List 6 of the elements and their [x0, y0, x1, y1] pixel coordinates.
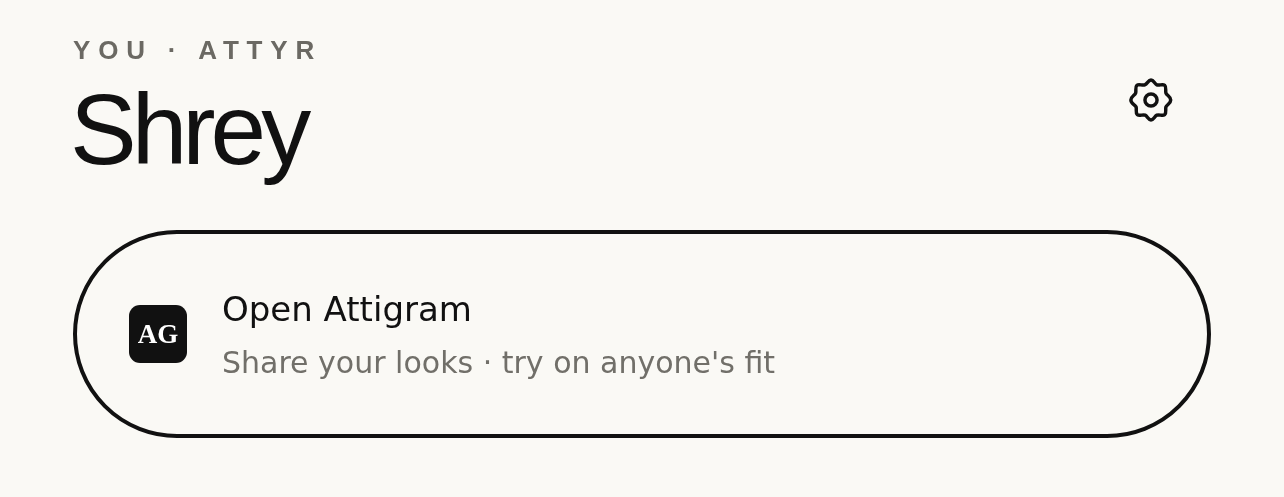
user-name: Shrey: [70, 74, 308, 184]
open-app-card[interactable]: AG Open Attigram Share your looks · try on anyone's fit: [73, 230, 1211, 438]
app-logo: AG: [129, 305, 187, 363]
card-subtitle: Share your looks · try on anyone's fit: [222, 344, 776, 380]
section-label: YOU · ATTYR: [73, 34, 322, 66]
card-title: Open Attigram: [222, 288, 473, 329]
